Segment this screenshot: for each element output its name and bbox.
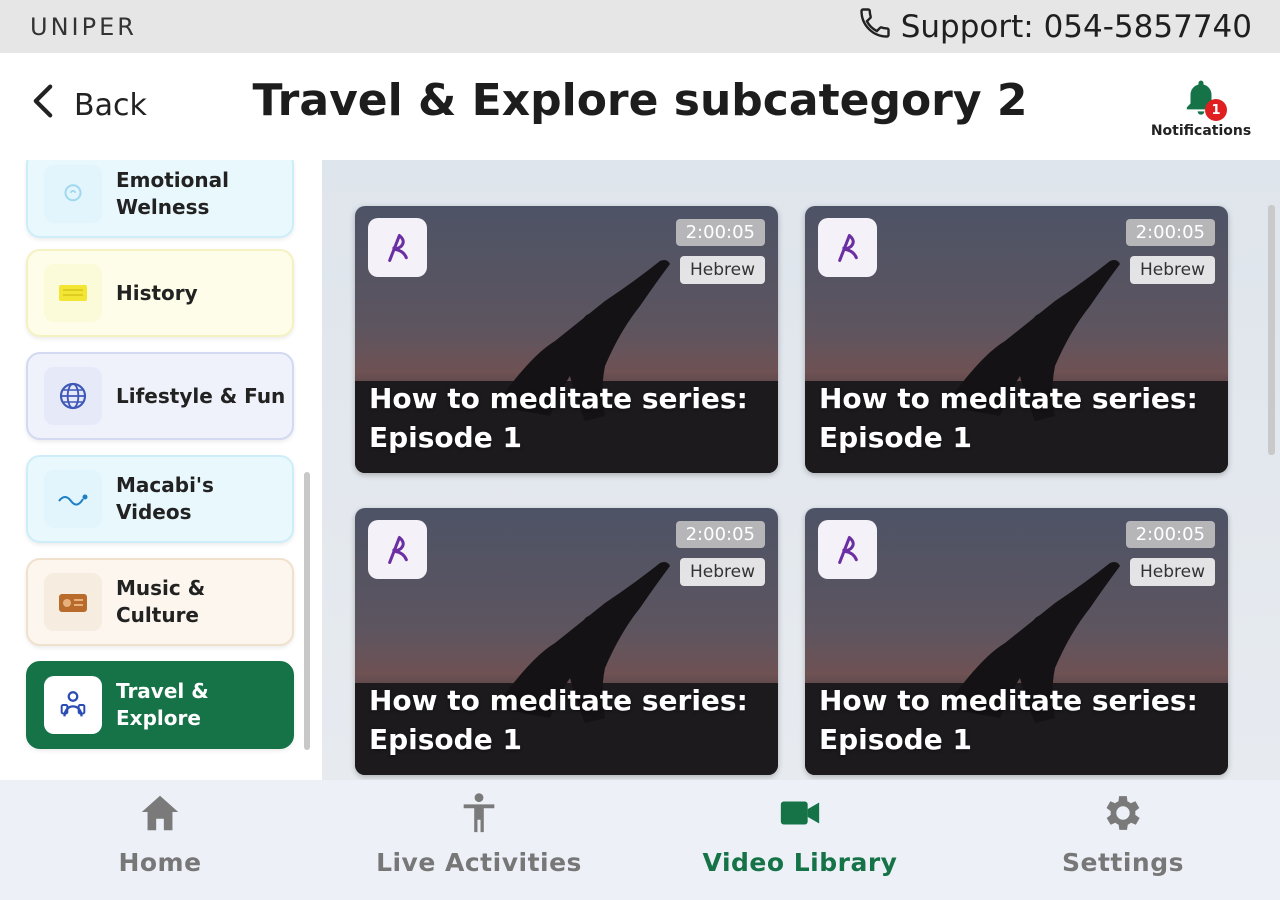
page-title: Travel & Explore subcategory 2 [252,75,1028,126]
nav-label: Live Activities [376,848,582,877]
video-grid[interactable]: 2:00:05 Hebrew How to meditate series: E… [322,160,1280,780]
language-badge: Hebrew [1129,256,1215,284]
content-scrollbar[interactable] [1268,205,1275,455]
video-card[interactable]: 2:00:05 Hebrew How to meditate series: E… [805,206,1228,473]
radio-icon [44,573,102,631]
sidebar-item-label: History [116,280,198,305]
language-badge: Hebrew [679,558,765,586]
sidebar-item-lifestyle-fun[interactable]: Lifestyle & Fun [26,352,294,440]
sidebar-item-history[interactable]: History [26,249,294,337]
notifications-button[interactable]: 1 Notifications [1146,77,1256,139]
nav-settings[interactable]: Settings [993,790,1253,877]
video-camera-icon [670,790,930,836]
macabi-logo-icon [44,470,102,528]
language-badge: Hebrew [679,256,765,284]
bottom-navigation: Home Live Activities Video Library Setti… [0,780,1280,900]
channel-logo-icon [368,218,427,277]
notifications-label: Notifications [1150,123,1252,139]
video-title: How to meditate series: Episode 1 [819,684,1198,756]
mind-icon [44,165,102,223]
nav-label: Video Library [702,848,898,877]
traveler-icon [44,676,102,734]
video-card[interactable]: 2:00:05 Hebrew How to meditate series: E… [355,206,778,473]
sidebar-item-emotional-welness[interactable]: Emotional Welness [26,160,294,238]
nav-label: Settings [1061,848,1184,877]
brand-logo: UNIPER [30,12,137,41]
category-sidebar[interactable]: Emotional Welness History Lifestyle & Fu… [0,160,322,780]
person-icon [349,790,609,836]
sidebar-scrollbar[interactable] [304,472,310,750]
nav-live-activities[interactable]: Live Activities [349,790,609,877]
sidebar-item-music-culture[interactable]: Music & Culture [26,558,294,646]
nav-label: Home [118,848,202,877]
sidebar-item-label: Macabi's Videos [116,473,214,524]
sidebar-item-label: Music & Culture [116,576,206,627]
support-phone-text: Support: 054-5857740 [900,8,1252,45]
duration-badge: 2:00:05 [675,219,765,246]
sidebar-item-label: Travel & Explore [116,679,209,730]
nav-home[interactable]: Home [30,790,290,877]
gear-icon [993,790,1253,836]
video-title: How to meditate series: Episode 1 [369,684,748,756]
duration-badge: 2:00:05 [675,521,765,548]
language-badge: Hebrew [1129,558,1215,586]
nav-video-library[interactable]: Video Library [670,790,930,877]
sidebar-item-macabis-videos[interactable]: Macabi's Videos [26,455,294,543]
phone-icon [857,5,893,49]
channel-logo-icon [368,520,427,579]
video-title: How to meditate series: Episode 1 [369,382,748,454]
channel-logo-icon [818,520,877,579]
video-card[interactable]: 2:00:05 Hebrew How to meditate series: E… [805,508,1228,775]
video-card[interactable]: 2:00:05 Hebrew How to meditate series: E… [355,508,778,775]
page-header: Back Travel & Explore subcategory 2 1 No… [0,53,1280,160]
channel-logo-icon [818,218,877,277]
home-icon [30,790,290,836]
video-title: How to meditate series: Episode 1 [819,382,1198,454]
globe-icon [44,367,102,425]
sidebar-item-travel-explore[interactable]: Travel & Explore [26,661,294,749]
support-contact[interactable]: Support: 054-5857740 [857,5,1252,49]
duration-badge: 2:00:05 [1125,521,1215,548]
duration-badge: 2:00:05 [1125,219,1215,246]
status-bar: UNIPER Support: 054-5857740 [0,0,1280,53]
notification-count-badge: 1 [1205,99,1227,121]
sidebar-item-label: Emotional Welness [116,168,229,219]
scroll-icon [44,264,102,322]
sidebar-item-label: Lifestyle & Fun [116,383,286,408]
